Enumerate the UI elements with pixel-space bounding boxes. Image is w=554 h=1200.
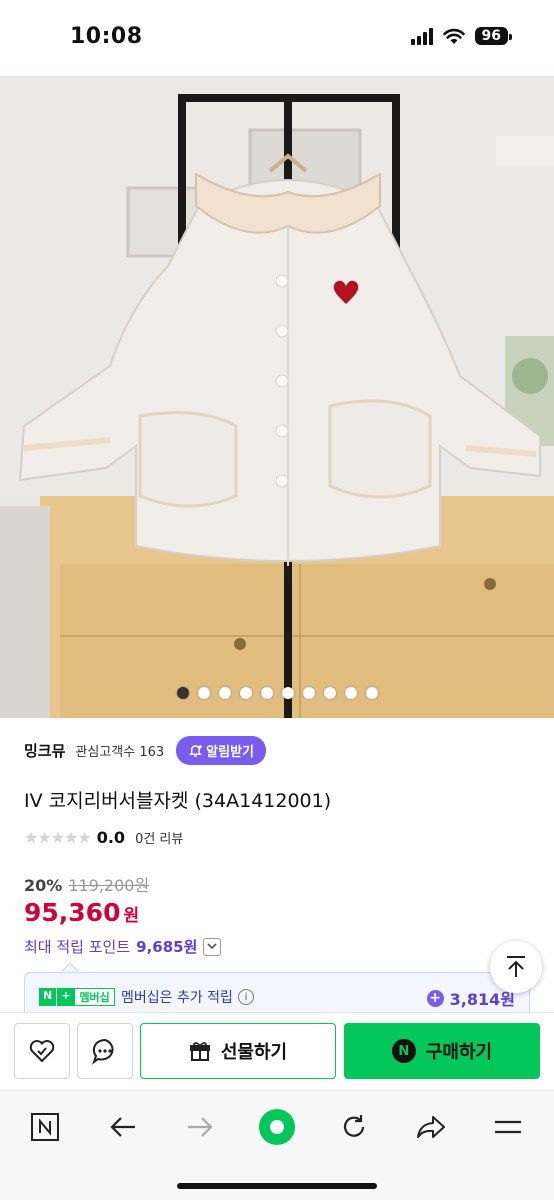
green-dot-icon (259, 1109, 295, 1145)
wifi-icon (442, 28, 465, 44)
hamburger-menu-icon (495, 1120, 521, 1134)
gift-icon (189, 1042, 210, 1061)
arrow-up-to-top-icon (507, 956, 525, 977)
pagination-dot[interactable] (260, 687, 273, 699)
review-count[interactable]: 0건 리뷰 (135, 828, 183, 847)
refresh-icon (343, 1115, 365, 1137)
product-image[interactable] (0, 76, 554, 718)
product-photo (0, 76, 554, 718)
status-icons: 96 (410, 27, 513, 45)
sale-price-unit: 원 (123, 906, 140, 926)
cellular-signal-icon (410, 27, 433, 45)
pagination-dot[interactable] (365, 687, 378, 699)
buy-button[interactable]: N 구매하기 (344, 1023, 540, 1079)
scroll-top-button[interactable] (490, 941, 542, 993)
pagination-dot[interactable] (239, 687, 252, 699)
sale-price: 95,360 (24, 898, 121, 927)
status-bar: 10:08 96 (0, 0, 554, 76)
store-row: 밍크뮤 관심고객수 163 알림받기 (24, 736, 266, 765)
naver-n-square-icon (31, 1113, 59, 1141)
battery-indicator: 96 (474, 27, 513, 45)
store-name[interactable]: 밍크뮤 (24, 740, 65, 761)
talk-button[interactable] (77, 1023, 133, 1079)
pagination-dot[interactable] (344, 687, 357, 699)
pagination-dot[interactable] (197, 687, 210, 699)
info-icon[interactable]: i (237, 989, 254, 1005)
purchase-action-bar: 선물하기 N 구매하기 (0, 1012, 554, 1090)
npay-n-logo: N (39, 988, 57, 1006)
pagination-dot[interactable] (302, 687, 315, 699)
naver-n-icon: N (391, 1039, 416, 1063)
arrow-right-icon (188, 1117, 213, 1137)
browser-toolbar (0, 1090, 554, 1200)
chevron-down-icon[interactable] (203, 937, 222, 956)
chat-bubble-icon (92, 1038, 114, 1065)
pagination-dot[interactable] (218, 687, 231, 699)
like-button[interactable] (14, 1023, 70, 1079)
pagination-dot[interactable] (281, 687, 294, 699)
home-indicator (177, 1183, 377, 1189)
buy-button-label: 구매하기 (425, 1042, 493, 1063)
npay-badge-label: 멤버십 (74, 988, 115, 1006)
gift-button-label: 선물하기 (220, 1042, 288, 1063)
membership-text-group: 멤버십은 추가 적립 i (121, 987, 254, 1007)
refresh-button[interactable] (334, 1107, 374, 1147)
rating-score: 0.0 (96, 828, 126, 847)
price-row: 95,360 원 (24, 898, 139, 927)
original-price: 119,200원 (68, 876, 150, 895)
points-label: 최대 적립 포인트 (24, 938, 131, 956)
rating-stars: ★★★★★ (24, 828, 92, 847)
heart-check-icon (29, 1040, 55, 1063)
share-button[interactable] (411, 1107, 451, 1147)
store-fan-count: 관심고객수 163 (75, 745, 165, 760)
points-value: 9,685원 (136, 938, 198, 956)
npay-membership-badge: N + 멤버십 (39, 988, 115, 1006)
alert-subscribe-button[interactable]: 알림받기 (176, 736, 266, 765)
naver-home-button[interactable] (25, 1107, 65, 1147)
discount-rate: 20% (24, 876, 63, 895)
npay-plus-logo: + (56, 988, 75, 1006)
forward-button[interactable] (180, 1107, 220, 1147)
membership-text: 멤버십은 추가 적립 (121, 990, 233, 1006)
image-pagination (0, 687, 554, 699)
back-button[interactable] (103, 1107, 143, 1147)
green-dot-button[interactable] (257, 1107, 297, 1147)
points-row[interactable]: 최대 적립 포인트 9,685원 (24, 936, 222, 957)
pagination-dot[interactable] (323, 687, 336, 699)
arrow-left-icon (110, 1117, 135, 1137)
product-title: IV 코지리버서블자켓 (34A1412001) (24, 790, 332, 812)
share-arrow-icon (417, 1116, 445, 1138)
gift-button[interactable]: 선물하기 (140, 1023, 336, 1079)
plus-circle-icon: + (426, 989, 444, 1007)
bell-plus-icon (189, 744, 203, 757)
membership-points: + 3,814원 (426, 986, 515, 1010)
alert-subscribe-label: 알림받기 (206, 745, 254, 760)
membership-box[interactable]: N + 멤버십 멤버십은 추가 적립 i + 3,814원 (24, 972, 530, 1014)
rating-row[interactable]: ★★★★★ 0.0 0건 리뷰 (24, 828, 183, 847)
pagination-dot[interactable] (176, 687, 189, 699)
discount-row: 20% 119,200원 (24, 872, 149, 896)
menu-button[interactable] (488, 1107, 528, 1147)
status-time: 10:08 (70, 24, 143, 49)
